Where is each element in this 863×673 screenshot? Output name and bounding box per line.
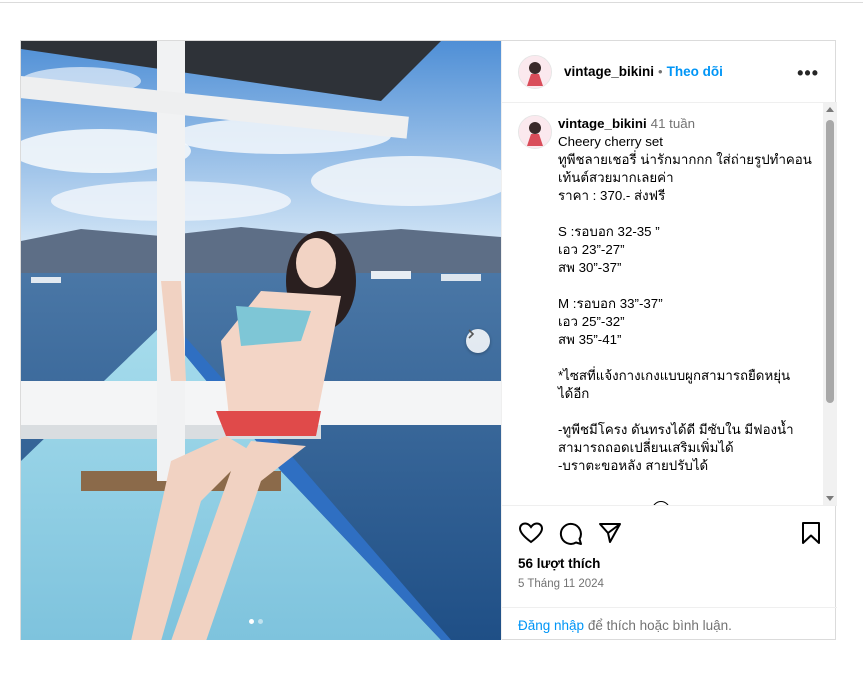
follow-button[interactable]: Theo dõi [667,64,723,79]
caption-line: เท้นต์สวยมากเลยค่า [558,170,674,185]
caption-time[interactable]: 41 tuần [651,116,695,131]
post-actions: 56 lượt thích 5 Tháng 11 2024 Đăng nhập … [502,505,837,641]
scroll-down-arrow-icon[interactable] [826,496,834,501]
post-date[interactable]: 5 Tháng 11 2024 [518,578,604,590]
caption-area[interactable]: vintage_bikini 41 tuần Cheery cherry set … [502,103,837,505]
likes-count[interactable]: 56 lượt thích [518,556,600,571]
caption-line: M :รอบอก 33”-37” [558,296,663,311]
scrollbar-thumb[interactable] [826,120,834,403]
login-prompt-text: để thích hoặc bình luận. [584,618,732,633]
post-header: vintage_bikini • Theo dõi ••• [502,41,837,103]
caption-scrollbar[interactable] [823,103,837,505]
caption-line [558,277,820,295]
login-prompt: Đăng nhập để thích hoặc bình luận. [502,607,837,641]
caption-line [558,349,820,367]
next-image-button[interactable] [466,329,490,353]
caption-line: เอว 23”-27” [558,242,625,257]
caption-line: -ทูพีชมีโครง ดันทรงได้ดี มีซับใน มีฟองน้… [558,422,794,437]
send-icon[interactable] [598,521,622,545]
separator-dot: • [658,64,663,79]
chevron-right-icon [468,329,475,339]
page-top-divider [0,2,863,3]
post-card: vintage_bikini • Theo dõi ••• vintage_bi… [20,40,837,640]
caption-header: vintage_bikini 41 tuần [558,115,820,133]
bookmark-icon[interactable] [800,521,822,545]
username-link[interactable]: vintage_bikini [564,64,654,79]
login-link[interactable]: Đăng nhập [518,618,584,633]
caption-line: สพ 35”-41” [558,332,622,347]
avatar-image [519,55,551,88]
caption-line: -บราตะขอหลัง สายปรับได้ [558,458,709,473]
avatar-image [519,116,551,148]
caption-line: เอว 25”-32” [558,314,625,329]
carousel-dots [249,619,263,624]
caption-line: ทูพีชลายเชอรี่ น่ารักมากกก ใส่ถ่ายรูปทำค… [558,152,812,167]
caption-line: สามารถถอดเปลี่ยนเสริมเพิ่มได้ [558,440,734,455]
caption-line: *ไซสที่แจ้งกางเกงแบบผูกสามารถยืดหยุ่น [558,368,791,383]
carousel-dot-active [249,619,254,624]
heart-icon[interactable] [518,521,544,545]
caption-text: vintage_bikini 41 tuần Cheery cherry set … [558,115,820,475]
caption-line [558,205,820,223]
carousel-dot [258,619,263,624]
caption-line: Cheery cherry set [558,134,663,149]
post-side-panel: vintage_bikini • Theo dõi ••• vintage_bi… [501,41,837,640]
caption-line: S :รอบอก 32-35 ” [558,224,660,239]
comment-icon[interactable] [558,521,583,546]
caption-avatar[interactable] [518,115,552,149]
more-options-icon[interactable]: ••• [797,63,819,84]
caption-line: ราคา : 370.- ส่งฟรี [558,188,666,203]
photo-illustration [21,41,501,640]
scroll-up-arrow-icon[interactable] [826,107,834,112]
caption-line [558,403,820,421]
action-icons [518,521,823,547]
avatar[interactable] [518,54,552,89]
post-image[interactable] [21,41,501,640]
caption-line: ได้อีก [558,386,590,401]
caption-username[interactable]: vintage_bikini [558,116,647,131]
caption-line: สพ 30”-37” [558,260,622,275]
